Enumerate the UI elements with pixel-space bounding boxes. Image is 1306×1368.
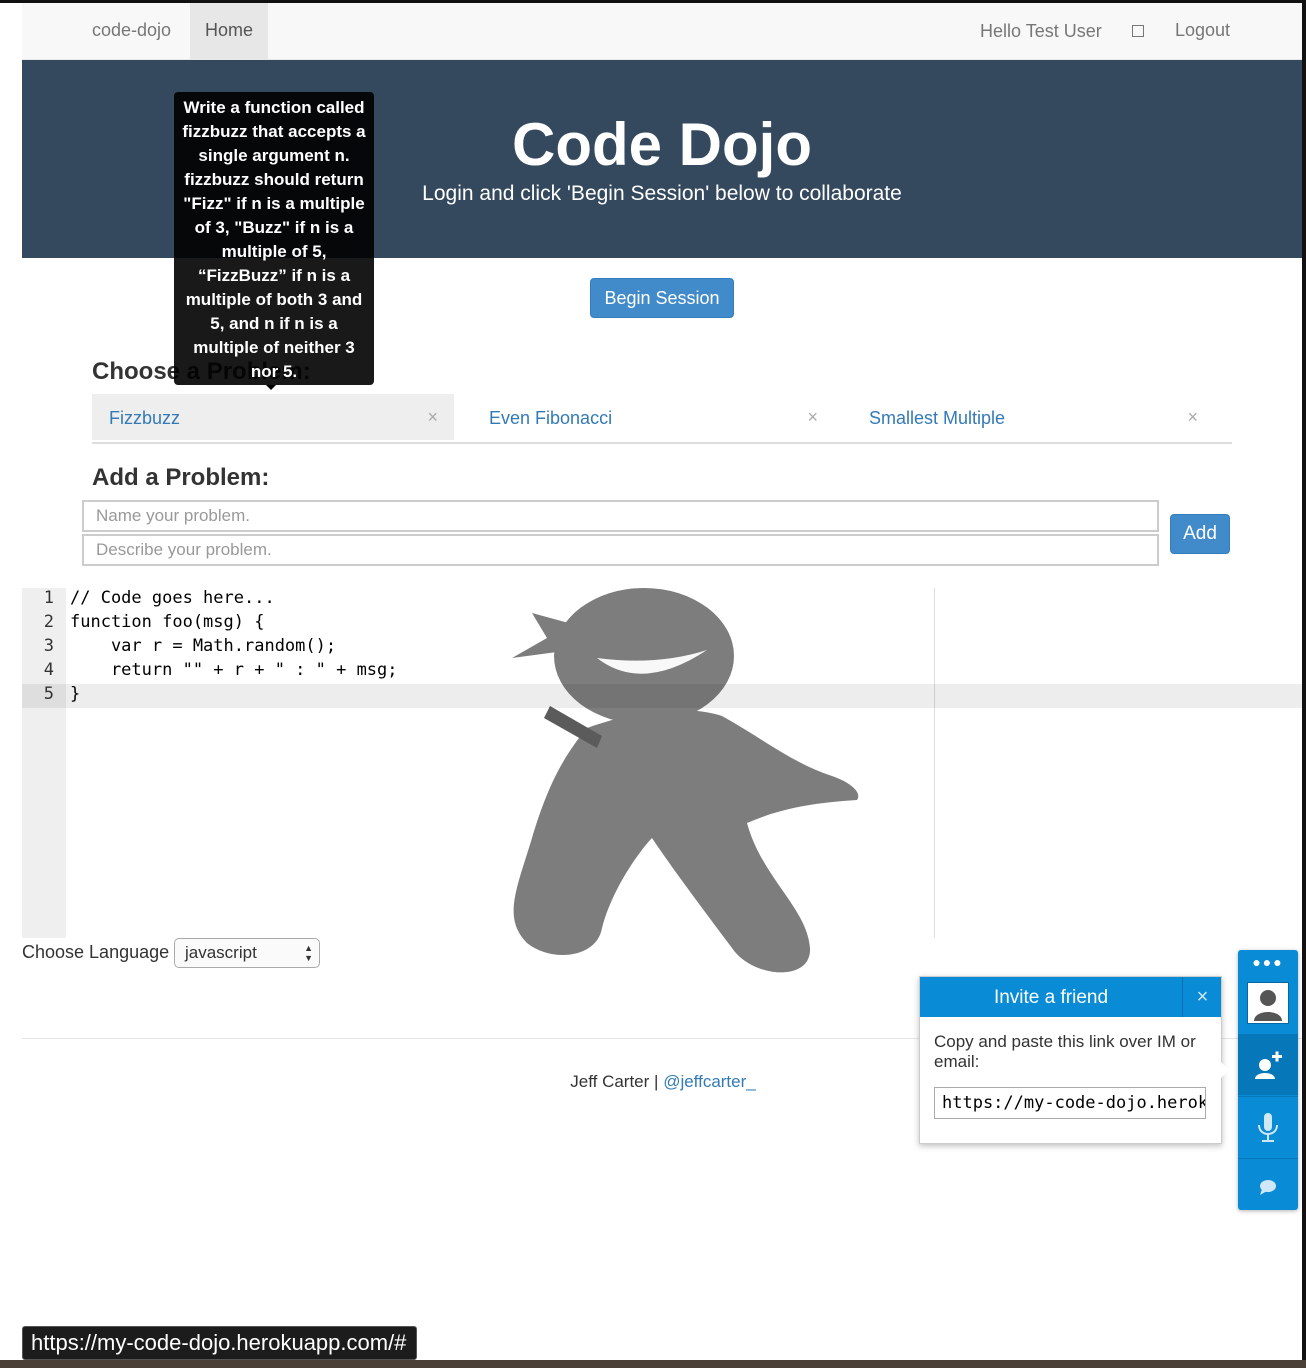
tab-smallest-multiple[interactable]: Smallest Multiple × <box>852 394 1214 440</box>
microphone-icon <box>1258 1113 1278 1142</box>
chat-bubble-icon <box>1260 1180 1276 1195</box>
footer-author: Jeff Carter <box>570 1072 650 1091</box>
tab-label: Smallest Multiple <box>869 408 1006 428</box>
close-icon[interactable]: × <box>427 407 438 428</box>
nav-home[interactable]: Home <box>190 3 268 59</box>
desktop-background-strip <box>0 1360 1306 1368</box>
popup-pointer <box>1219 1060 1229 1080</box>
active-line-highlight <box>22 684 1302 708</box>
add-user-icon <box>1255 1051 1282 1079</box>
code-line: } <box>70 684 81 704</box>
user-icon <box>1132 25 1144 37</box>
ninja-mascot-icon <box>512 588 859 973</box>
language-select[interactable]: javascript ▲ ▼ <box>174 938 320 968</box>
more-dots-icon[interactable]: ●●● <box>1238 954 1298 970</box>
invite-instructions: Copy and paste this link over IM or emai… <box>934 1032 1196 1071</box>
status-bar-url: https://my-code-dojo.herokuapp.com/# <box>22 1326 418 1360</box>
add-problem-button[interactable]: Add <box>1170 514 1230 554</box>
brand-link[interactable]: code-dojo <box>92 20 171 41</box>
code-line: function foo(msg) { <box>70 612 265 632</box>
footer-separator: | <box>649 1072 664 1091</box>
problem-description-input[interactable]: Describe your problem. <box>82 534 1159 566</box>
invite-link-field[interactable]: https://my-code-dojo.herokuapp.com/# <box>934 1087 1206 1119</box>
tab-label: Fizzbuzz <box>109 408 181 428</box>
tab-even-fibonacci[interactable]: Even Fibonacci × <box>472 394 834 440</box>
problem-tabs: Fizzbuzz × Even Fibonacci × Smallest Mul… <box>92 394 1232 444</box>
problem-name-input[interactable]: Name your problem. <box>82 500 1159 532</box>
window-right-border <box>1302 3 1306 1368</box>
print-margin <box>934 588 935 938</box>
code-line: return "" + r + " : " + msg; <box>70 660 398 680</box>
tooltip-pointer <box>266 385 276 390</box>
add-problem-heading: Add a Problem: <box>92 464 270 491</box>
line-number: 5 <box>43 684 54 704</box>
user-greeting: Hello Test User <box>980 21 1102 41</box>
begin-session-button[interactable]: Begin Session <box>590 278 734 318</box>
problem-description-tooltip: Write a function called fizzbuzz that ac… <box>174 92 374 385</box>
language-label: Choose Language <box>22 942 170 962</box>
avatar[interactable] <box>1247 982 1289 1024</box>
collaboration-toolbar: ●●● <box>1238 950 1298 1210</box>
close-icon[interactable]: × <box>807 407 818 428</box>
logout-link[interactable]: Logout <box>1175 20 1230 41</box>
language-selected-value: javascript <box>185 943 257 962</box>
code-line: var r = Math.random(); <box>70 636 337 656</box>
invite-title: Invite a friend <box>993 987 1109 1008</box>
line-number: 4 <box>43 660 54 680</box>
microphone-button[interactable] <box>1238 1096 1298 1157</box>
line-number: 3 <box>43 636 54 656</box>
line-number: 2 <box>43 612 54 632</box>
tab-label: Even Fibonacci <box>489 408 613 428</box>
close-icon[interactable]: × <box>1182 977 1222 1017</box>
tab-fizzbuzz[interactable]: Fizzbuzz × <box>92 394 454 440</box>
nav-home-label: Home <box>205 20 254 40</box>
user-silhouette-icon <box>1254 990 1282 1021</box>
twitter-handle-link[interactable]: @jeffcarter_ <box>663 1072 756 1091</box>
code-editor[interactable]: 1 2 3 4 5 // Code goes here... function … <box>22 588 1302 973</box>
line-number: 1 <box>43 588 54 608</box>
close-icon[interactable]: × <box>1187 407 1198 428</box>
invite-popup: Invite a friend × Copy and paste this li… <box>919 976 1222 1144</box>
chat-button[interactable] <box>1238 1158 1298 1209</box>
navbar: code-dojo Home Hello Test User Logout <box>22 3 1302 60</box>
add-user-button[interactable] <box>1238 1034 1298 1095</box>
code-line: // Code goes here... <box>70 588 275 608</box>
invite-header: Invite a friend × <box>920 977 1221 1017</box>
select-arrows-icon: ▲ ▼ <box>304 943 313 963</box>
